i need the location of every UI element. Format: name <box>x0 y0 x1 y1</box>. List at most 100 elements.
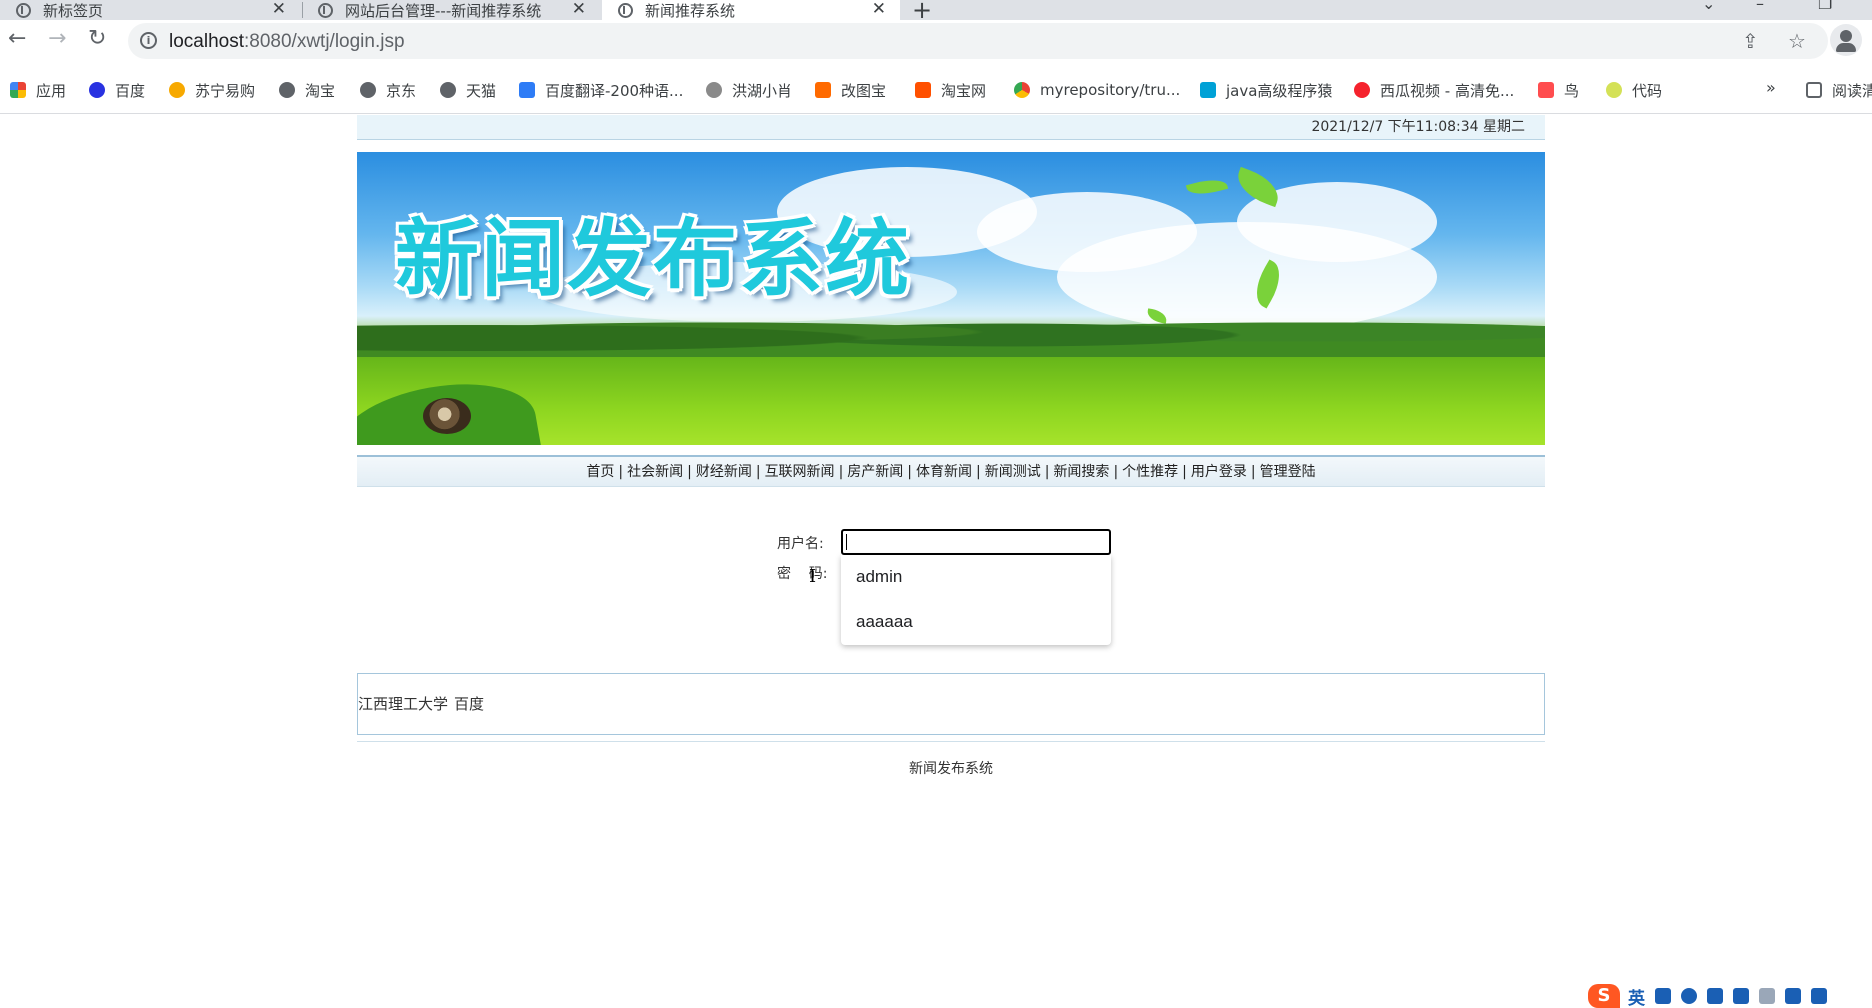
close-icon[interactable]: ✕ <box>872 0 886 19</box>
bookmark-honghu[interactable]: 洪湖小肖 <box>706 80 792 100</box>
bookmark-gaitubao[interactable]: 改图宝 <box>815 80 886 100</box>
nav-internet[interactable]: 互联网新闻 <box>765 464 835 480</box>
close-icon[interactable]: ✕ <box>272 0 286 19</box>
bookmark-label: 改图宝 <box>841 81 887 100</box>
site-banner: 新闻发布系统 <box>357 152 1545 445</box>
tab-new-tab[interactable]: 新标签页 ✕ <box>0 0 300 20</box>
bookmark-daima[interactable]: 代码 <box>1606 80 1662 100</box>
bookmark-label: 鸟 <box>1564 81 1580 100</box>
bookmark-label: 阅读清 <box>1832 81 1872 100</box>
reading-list[interactable]: 阅读清 <box>1806 80 1872 100</box>
globe-icon <box>440 82 456 98</box>
nav-sports[interactable]: 体育新闻 <box>916 464 972 480</box>
close-icon[interactable]: ✕ <box>572 0 586 19</box>
back-icon[interactable]: ← <box>8 26 26 51</box>
nav-home[interactable]: 首页 <box>586 464 614 480</box>
bookmark-suning[interactable]: 苏宁易购 <box>169 80 255 100</box>
translate-icon <box>519 82 535 98</box>
bookmarks-overflow-button[interactable]: » <box>1766 78 1776 97</box>
taobao-icon <box>915 82 931 98</box>
bookmark-taobaowang[interactable]: 淘宝网 <box>915 80 986 100</box>
bookmark-xigua[interactable]: 西瓜视频 - 高清免... <box>1354 80 1514 100</box>
bookmark-label: 苏宁易购 <box>195 81 256 100</box>
password-label: 密 码: <box>777 566 828 582</box>
xigua-icon <box>1354 82 1370 98</box>
punctuation-icon[interactable] <box>1655 988 1671 1004</box>
user-icon[interactable] <box>1759 988 1775 1004</box>
bookmark-label: 百度翻译-200种语... <box>545 81 684 100</box>
nav-separator: | <box>1250 464 1256 480</box>
bookmark-tmall[interactable]: 天猫 <box>440 80 496 100</box>
sogou-logo-icon[interactable]: S <box>1588 984 1620 1008</box>
nav-user-login[interactable]: 用户登录 <box>1191 464 1247 480</box>
skin-icon[interactable] <box>1785 988 1801 1004</box>
nav-admin-login[interactable]: 管理登陆 <box>1260 464 1316 480</box>
emoji-icon[interactable] <box>1681 988 1697 1004</box>
bookmark-baidu-translate[interactable]: 百度翻译-200种语... <box>519 80 683 100</box>
link-baidu[interactable]: 百度 <box>454 695 484 713</box>
tab-news-active[interactable]: 新闻推荐系统 ✕ <box>602 0 900 20</box>
link-jxust[interactable]: 江西理工大学 <box>358 695 448 713</box>
bookmark-myrepository[interactable]: myrepository/tru... <box>1014 80 1180 100</box>
reload-icon[interactable]: ↻ <box>88 26 106 51</box>
bookmark-label: 淘宝 <box>305 81 336 100</box>
ime-language-toggle[interactable]: 英 <box>1628 984 1645 1008</box>
username-input[interactable] <box>841 529 1111 555</box>
code-icon <box>1606 82 1622 98</box>
info-icon[interactable]: i <box>140 32 157 49</box>
bookmark-label: 天猫 <box>466 81 497 100</box>
chrome-icon <box>16 2 31 18</box>
baidu-paw-icon <box>89 82 105 98</box>
globe-icon <box>618 2 633 18</box>
toolbox-icon[interactable] <box>1811 988 1827 1004</box>
nav-search[interactable]: 新闻搜索 <box>1053 464 1109 480</box>
login-form: 用户名: 密 码: I admin aaaaaa <box>357 487 1545 673</box>
nav-finance[interactable]: 财经新闻 <box>696 464 752 480</box>
bookmark-jd[interactable]: 京东 <box>360 80 416 100</box>
nav-separator: | <box>838 464 844 480</box>
nav-realestate[interactable]: 房产新闻 <box>847 464 903 480</box>
bookmark-label: 西瓜视频 - 高清免... <box>1380 81 1515 100</box>
bookmark-niao[interactable]: 鸟 <box>1538 80 1579 100</box>
username-label: 用户名: <box>777 536 824 552</box>
profile-avatar-icon[interactable] <box>1830 24 1862 56</box>
url-text: localhost:8080/xwtj/login.jsp <box>169 31 405 52</box>
nav-recommend[interactable]: 个性推荐 <box>1122 464 1178 480</box>
datetime-text: 2021/12/7 下午11:08:34 星期二 <box>1311 119 1525 135</box>
bookmark-apps[interactable]: 应用 <box>10 80 66 100</box>
nav-separator: | <box>687 464 692 480</box>
nav-separator: | <box>618 464 624 480</box>
browser-toolbar: ← → ↻ i localhost:8080/xwtj/login.jsp ⇪ … <box>0 20 1872 62</box>
gaitubao-icon <box>815 82 831 98</box>
forward-icon[interactable]: → <box>48 26 66 51</box>
tab-title: 新闻推荐系统 <box>645 1 736 20</box>
nav-society[interactable]: 社会新闻 <box>627 464 683 480</box>
tab-search-icon[interactable]: ⌄ <box>1702 0 1715 13</box>
keyboard-icon[interactable] <box>1733 988 1749 1004</box>
tab-admin[interactable]: 网站后台管理---新闻推荐系统 ✕ <box>302 0 600 20</box>
bookmark-taobao[interactable]: 淘宝 <box>279 80 335 100</box>
microphone-icon[interactable] <box>1707 988 1723 1004</box>
nav-test[interactable]: 新闻测试 <box>985 464 1041 480</box>
star-icon[interactable]: ☆ <box>1788 29 1806 53</box>
globe-icon <box>279 82 295 98</box>
autocomplete-option[interactable]: admin <box>841 565 1111 610</box>
globe-icon <box>318 2 333 18</box>
bookmark-label: 代码 <box>1632 81 1663 100</box>
autocomplete-option[interactable]: aaaaaa <box>841 610 1111 655</box>
restore-icon[interactable]: ❐ <box>1818 0 1832 13</box>
friend-links: 江西理工大学 百度 <box>357 673 1545 735</box>
minimize-icon[interactable]: – <box>1756 0 1764 13</box>
nav-separator: | <box>907 464 912 480</box>
mouse-ibeam-cursor: I <box>809 566 817 587</box>
reading-list-icon <box>1806 82 1822 98</box>
bilibili-icon <box>1200 82 1216 98</box>
share-icon[interactable]: ⇪ <box>1742 29 1759 53</box>
bookmark-label: 应用 <box>36 81 67 100</box>
page-container: 2021/12/7 下午11:08:34 星期二 新闻发布系统 首页 | 社会新闻 |… <box>357 115 1545 778</box>
bookmark-java[interactable]: java高级程序猿 <box>1200 80 1332 100</box>
bookmark-baidu[interactable]: 百度 <box>89 80 145 100</box>
address-bar[interactable]: i localhost:8080/xwtj/login.jsp ⇪ ☆ <box>128 23 1828 59</box>
nav-separator: | <box>1182 464 1187 480</box>
bookmark-label: 淘宝网 <box>941 81 987 100</box>
